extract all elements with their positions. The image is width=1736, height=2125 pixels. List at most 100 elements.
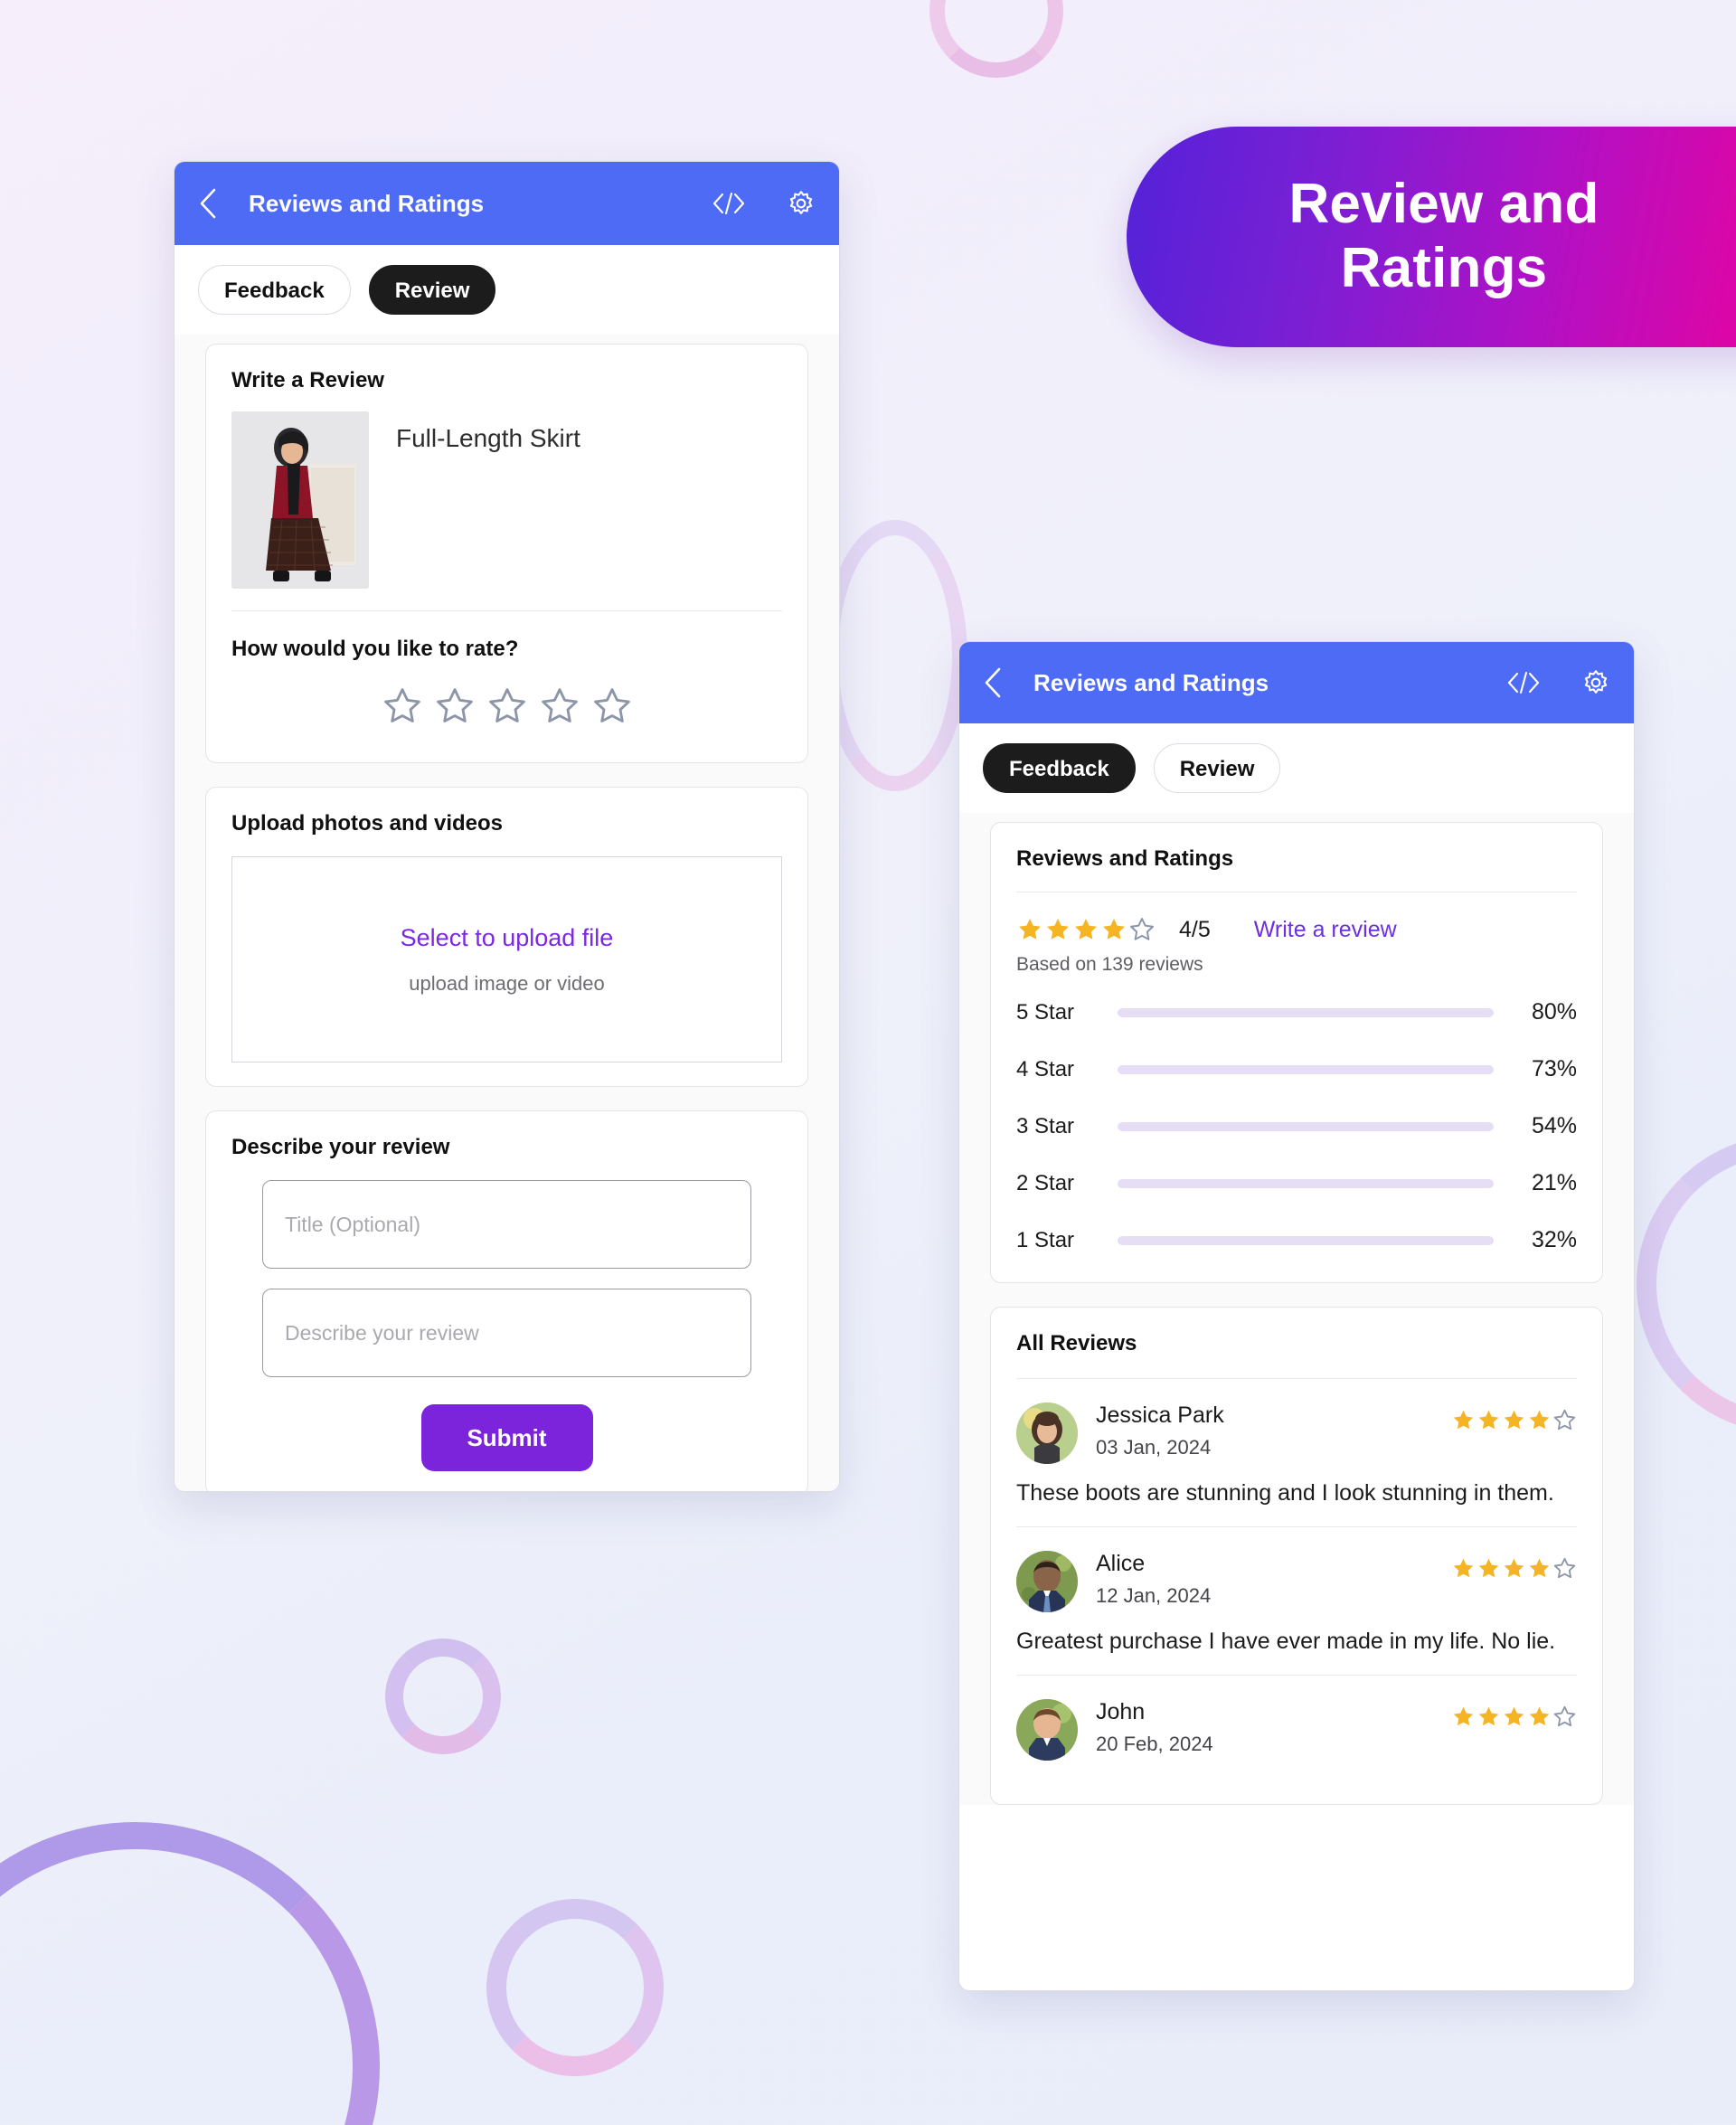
upload-title: Upload photos and videos xyxy=(231,811,504,836)
hero-title-line1: Review and xyxy=(1288,173,1599,236)
review-text: These boots are stunning and I look stun… xyxy=(1016,1480,1554,1506)
hero-title: Review and Ratings xyxy=(1288,173,1615,300)
left-page-title: Reviews and Ratings xyxy=(249,189,485,217)
right-page-title: Reviews and Ratings xyxy=(1033,668,1269,696)
avatar xyxy=(1016,1551,1078,1612)
decorative-ring-top xyxy=(929,0,1063,78)
ratings-summary-title: Reviews and Ratings xyxy=(1016,846,1577,892)
describe-review-card: Describe your review Title (Optional) De… xyxy=(205,1110,808,1491)
review-list-item[interactable]: Jessica Park 03 Jan, 2024 These boots ar… xyxy=(1016,1379,1577,1527)
rating-bar-row: 1 Star 32% xyxy=(1016,1227,1577,1253)
rating-star-input[interactable] xyxy=(231,685,782,732)
review-meta: Jessica Park 03 Jan, 2024 xyxy=(1096,1402,1433,1459)
write-review-title: Write a Review xyxy=(231,368,384,392)
rating-bar-value: 32% xyxy=(1531,1227,1577,1252)
rating-distribution-chart: 5 Star 80% 4 Star 73% 3 Star 54% 2 Star xyxy=(1016,999,1577,1253)
product-name: Full-Length Skirt xyxy=(396,424,580,452)
score-row: 4/5 Write a review xyxy=(1016,916,1577,943)
rating-bar-row: 2 Star 21% xyxy=(1016,1170,1577,1196)
tab-review[interactable]: Review xyxy=(1153,743,1281,793)
review-meta: Alice 12 Jan, 2024 xyxy=(1096,1551,1433,1608)
right-app-header: Reviews and Ratings xyxy=(959,642,1634,723)
avatar xyxy=(1016,1402,1078,1464)
rating-bar-value: 54% xyxy=(1531,1113,1577,1138)
rating-bar-row: 3 Star 54% xyxy=(1016,1113,1577,1139)
hero-title-line2: Ratings xyxy=(1340,237,1548,299)
rating-bar-track xyxy=(1118,1235,1494,1245)
review-rating-stars xyxy=(1451,1699,1577,1729)
ratings-summary-card: Reviews and Ratings 4/5 Write a review B… xyxy=(990,822,1603,1283)
avatar xyxy=(1016,1699,1078,1761)
tab-review[interactable]: Review xyxy=(368,265,496,315)
phone-right-feedback: Reviews and Ratings Feedback Review Revi… xyxy=(958,641,1635,1991)
review-rating-stars xyxy=(1451,1551,1577,1581)
rating-bar-label: 1 Star xyxy=(1016,1227,1075,1252)
review-text: Greatest purchase I have ever made in my… xyxy=(1016,1629,1556,1654)
review-list-item[interactable]: Alice 12 Jan, 2024 Greatest purchase I h… xyxy=(1016,1527,1577,1676)
rating-bar-row: 5 Star 80% xyxy=(1016,999,1577,1025)
write-a-review-link[interactable]: Write a review xyxy=(1254,917,1397,943)
reviewer-name: Alice xyxy=(1096,1551,1146,1576)
hero-banner: Review and Ratings xyxy=(1127,127,1736,347)
decorative-ring-small-b xyxy=(486,1899,664,2076)
rating-bar-value: 80% xyxy=(1531,999,1577,1025)
product-thumbnail xyxy=(231,411,369,589)
based-on-reviews-text: Based on 139 reviews xyxy=(1016,954,1203,975)
describe-review-title: Describe your review xyxy=(231,1135,450,1159)
rating-star-3[interactable] xyxy=(486,685,529,732)
rating-star-2[interactable] xyxy=(433,685,476,732)
rate-question-label: How would you like to rate? xyxy=(231,637,519,661)
rating-bar-row: 4 Star 73% xyxy=(1016,1056,1577,1082)
upload-card: Upload photos and videos Select to uploa… xyxy=(205,787,808,1087)
rating-star-5[interactable] xyxy=(590,685,634,732)
right-tab-bar: Feedback Review xyxy=(959,723,1634,813)
upload-hint-text: upload image or video xyxy=(409,971,605,995)
rating-bar-track xyxy=(1118,1121,1494,1131)
decorative-ring-bottom-left xyxy=(0,1822,380,2125)
left-app-header: Reviews and Ratings xyxy=(175,162,839,245)
right-content-area: Reviews and Ratings 4/5 Write a review B… xyxy=(959,813,1634,1805)
chevron-left-icon[interactable] xyxy=(198,187,229,220)
decorative-ring-right-large xyxy=(1637,1135,1736,1433)
select-upload-file-link[interactable]: Select to upload file xyxy=(401,924,614,952)
review-list-item[interactable]: John 20 Feb, 2024 xyxy=(1016,1676,1577,1780)
review-rating-stars xyxy=(1451,1402,1577,1432)
decorative-ring-small-a xyxy=(385,1639,501,1754)
average-score-value: 4/5 xyxy=(1179,916,1211,942)
code-brackets-icon[interactable] xyxy=(712,192,745,215)
review-title-input[interactable]: Title (Optional) xyxy=(262,1180,751,1269)
reviewer-name: Jessica Park xyxy=(1096,1402,1224,1428)
all-reviews-title: All Reviews xyxy=(1016,1331,1577,1379)
code-brackets-icon[interactable] xyxy=(1507,671,1540,694)
upload-dropzone[interactable]: Select to upload file upload image or vi… xyxy=(231,856,782,1062)
reviewer-name: John xyxy=(1096,1699,1146,1724)
left-tab-bar: Feedback Review xyxy=(175,245,839,335)
rating-bar-track xyxy=(1118,1178,1494,1188)
review-date: 20 Feb, 2024 xyxy=(1096,1733,1213,1755)
rating-star-4[interactable] xyxy=(538,685,581,732)
write-review-card: Write a Review Full-Length Skirt How wou… xyxy=(205,344,808,763)
average-rating-stars xyxy=(1016,916,1156,943)
decorative-ring-mid-left xyxy=(823,520,967,791)
review-date: 03 Jan, 2024 xyxy=(1096,1436,1212,1459)
gear-icon[interactable] xyxy=(1581,668,1610,697)
review-header: John 20 Feb, 2024 xyxy=(1016,1699,1577,1761)
review-body-input[interactable]: Describe your review xyxy=(262,1289,751,1377)
phone-left-review-form: Reviews and Ratings Feedback Review Writ… xyxy=(174,161,840,1492)
rating-bar-value: 73% xyxy=(1531,1056,1577,1081)
left-content-area: Write a Review Full-Length Skirt How wou… xyxy=(175,335,839,1491)
gear-icon[interactable] xyxy=(787,189,816,218)
rating-bar-track xyxy=(1118,1007,1494,1017)
all-reviews-card: All Reviews Jessica Park 03 Jan, 2024 Th… xyxy=(990,1307,1603,1805)
product-row: Full-Length Skirt xyxy=(231,411,782,611)
rating-bar-track xyxy=(1118,1064,1494,1074)
review-date: 12 Jan, 2024 xyxy=(1096,1584,1212,1607)
rating-star-1[interactable] xyxy=(381,685,424,732)
tab-feedback[interactable]: Feedback xyxy=(983,743,1136,793)
submit-button[interactable]: Submit xyxy=(420,1404,593,1471)
rating-bar-label: 3 Star xyxy=(1016,1113,1075,1138)
chevron-left-icon[interactable] xyxy=(983,666,1014,699)
review-header: Alice 12 Jan, 2024 xyxy=(1016,1551,1577,1612)
review-meta: John 20 Feb, 2024 xyxy=(1096,1699,1433,1756)
tab-feedback[interactable]: Feedback xyxy=(198,265,351,315)
